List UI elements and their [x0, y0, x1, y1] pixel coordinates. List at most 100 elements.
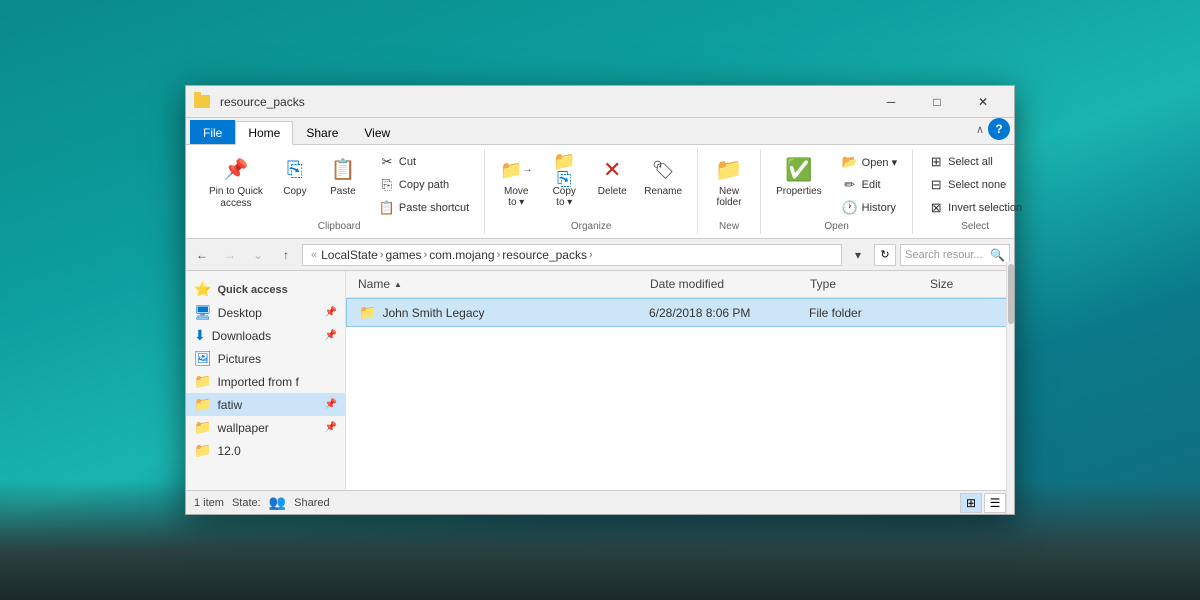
sidebar-item-12-0[interactable]: 📁 12.0 [186, 439, 345, 462]
state-value: Shared [294, 497, 329, 509]
edit-button[interactable]: ✏ Edit [835, 174, 905, 196]
recent-button[interactable]: ⌄ [246, 243, 270, 267]
title-bar-icons [194, 95, 210, 108]
cut-button[interactable]: ✂ Cut [372, 151, 476, 173]
organize-buttons: 📁→ Moveto ▾ 📁⎘ Copyto ▾ ✕ Delete 🏷 Renam… [493, 149, 689, 219]
delete-button[interactable]: ✕ Delete [589, 151, 635, 202]
close-button[interactable]: ✕ [960, 86, 1006, 118]
copy-to-button[interactable]: 📁⎘ Copyto ▾ [541, 151, 587, 213]
up-button[interactable]: ↑ [274, 243, 298, 267]
col-size[interactable]: Size [926, 275, 1006, 293]
invert-icon: ⊠ [928, 200, 944, 216]
sidebar-item-wallpaper[interactable]: 📁 wallpaper 📌 [186, 416, 345, 439]
file-name-cell: 📁 John Smith Legacy [355, 301, 645, 324]
file-type: File folder [809, 306, 862, 320]
list-view-button[interactable]: ☰ [984, 493, 1006, 513]
path-games: games [386, 248, 422, 262]
tab-view[interactable]: View [351, 120, 403, 144]
help-button[interactable]: ? [988, 118, 1010, 140]
move-to-label: Moveto ▾ [504, 186, 528, 208]
minimize-button[interactable]: ─ [868, 86, 914, 118]
forward-button[interactable]: → [218, 243, 242, 267]
select-none-icon: ⊟ [928, 177, 944, 193]
file-folder-icon: 📁 [359, 304, 376, 321]
explorer-window: resource_packs ─ □ ✕ File Home Share Vie… [185, 85, 1015, 515]
edit-label: Edit [862, 179, 881, 191]
file-type-cell: File folder [805, 301, 925, 324]
ribbon-group-clipboard: 📌 Pin to Quickaccess ⎘ Copy 📋 Paste [194, 149, 485, 234]
title-bar: resource_packs ─ □ ✕ [186, 86, 1014, 118]
table-row[interactable]: 📁 John Smith Legacy 6/28/2018 8:06 PM Fi… [346, 298, 1014, 327]
file-list: Name ▲ Date modified Type Size 📁 John Sm… [346, 271, 1014, 490]
path-mojang: com.mojang [429, 248, 494, 262]
address-path[interactable]: « LocalState › games › com.mojang › reso… [302, 244, 842, 266]
rename-label: Rename [644, 186, 682, 197]
sidebar-item-imported[interactable]: 📁 Imported from f [186, 370, 345, 393]
clipboard-small-group: ✂ Cut ⎘ Copy path 📋 Paste shortcut [372, 151, 476, 219]
col-type[interactable]: Type [806, 275, 926, 293]
invert-selection-button[interactable]: ⊠ Invert selection [921, 197, 1029, 219]
open-button[interactable]: 📂 Open ▾ [835, 151, 905, 173]
copy-label: Copy [283, 186, 306, 197]
tab-home[interactable]: Home [235, 121, 293, 145]
select-all-button[interactable]: ⊞ Select all [921, 151, 1029, 173]
move-to-icon: 📁→ [500, 156, 532, 184]
state-label: State: [232, 497, 261, 509]
history-icon: 🕐 [842, 200, 858, 216]
search-box[interactable]: Search resour... 🔍 [900, 244, 1010, 266]
rename-button[interactable]: 🏷 Rename [637, 151, 689, 202]
col-name[interactable]: Name ▲ [354, 275, 646, 293]
invert-label: Invert selection [948, 202, 1022, 214]
properties-button[interactable]: ✅ Properties [769, 151, 829, 202]
copy-to-icon: 📁⎘ [548, 156, 580, 184]
tab-share[interactable]: Share [293, 120, 351, 144]
wallpaper-label: wallpaper [217, 421, 268, 435]
rename-icon: 🏷 [647, 156, 679, 184]
col-name-label: Name [358, 277, 390, 291]
maximize-button[interactable]: □ [914, 86, 960, 118]
paste-label: Paste [330, 186, 356, 197]
item-count: 1 item [194, 497, 224, 509]
copy-path-button[interactable]: ⎘ Copy path [372, 174, 476, 196]
clipboard-buttons: 📌 Pin to Quickaccess ⎘ Copy 📋 Paste [202, 149, 476, 219]
ribbon-tabs: File Home Share View ∧ ? [186, 118, 1014, 144]
ribbon-group-select: ⊞ Select all ⊟ Select none ⊠ Invert sele… [913, 149, 1037, 234]
downloads-label: Downloads [212, 329, 271, 343]
pin-label: Pin to Quickaccess [209, 186, 263, 210]
status-bar: 1 item State: 👥 Shared ⊞ ☰ [186, 490, 1014, 514]
tab-file[interactable]: File [190, 120, 235, 144]
search-placeholder: Search resour... [905, 249, 986, 261]
sidebar-item-downloads[interactable]: ⬇ Downloads 📌 [186, 324, 345, 347]
sidebar-item-desktop[interactable]: 🖥 Desktop 📌 [186, 301, 345, 324]
sidebar-item-pictures[interactable]: 🖼 Pictures [186, 347, 345, 370]
copy-button[interactable]: ⎘ Copy [272, 151, 318, 202]
star-icon: ⭐ [194, 281, 211, 298]
history-button[interactable]: 🕐 History [835, 197, 905, 219]
title-folder-icon [194, 95, 210, 108]
wallpaper-icon: 📁 [194, 419, 211, 436]
open-small-group: 📂 Open ▾ ✏ Edit 🕐 History [835, 151, 905, 219]
grid-view-button[interactable]: ⊞ [960, 493, 982, 513]
move-to-button[interactable]: 📁→ Moveto ▾ [493, 151, 539, 213]
properties-icon: ✅ [783, 156, 815, 184]
new-folder-button[interactable]: 📁 Newfolder [706, 151, 752, 213]
select-none-button[interactable]: ⊟ Select none [921, 174, 1029, 196]
sidebar-item-fatiw[interactable]: 📁 fatiw 📌 [186, 393, 345, 416]
paste-button[interactable]: 📋 Paste [320, 151, 366, 202]
paste-shortcut-button[interactable]: 📋 Paste shortcut [372, 197, 476, 219]
refresh-button[interactable]: ↻ [874, 244, 896, 266]
copy-path-label: Copy path [399, 179, 449, 191]
path-resource-packs: resource_packs [502, 248, 587, 262]
path-dropdown-button[interactable]: ▾ [846, 243, 870, 267]
sort-asc-icon: ▲ [394, 280, 402, 289]
title-bar-controls: ─ □ ✕ [868, 86, 1006, 118]
back-button[interactable]: ← [190, 243, 214, 267]
select-all-label: Select all [948, 156, 993, 168]
pin-to-quick-access-button[interactable]: 📌 Pin to Quickaccess [202, 151, 270, 215]
file-list-header: Name ▲ Date modified Type Size [346, 271, 1014, 298]
delete-icon: ✕ [596, 156, 628, 184]
desktop-pin-icon: 📌 [325, 307, 337, 318]
select-label: Select [921, 219, 1029, 234]
ribbon-content: 📌 Pin to Quickaccess ⎘ Copy 📋 Paste [186, 144, 1014, 238]
col-date[interactable]: Date modified [646, 275, 806, 293]
